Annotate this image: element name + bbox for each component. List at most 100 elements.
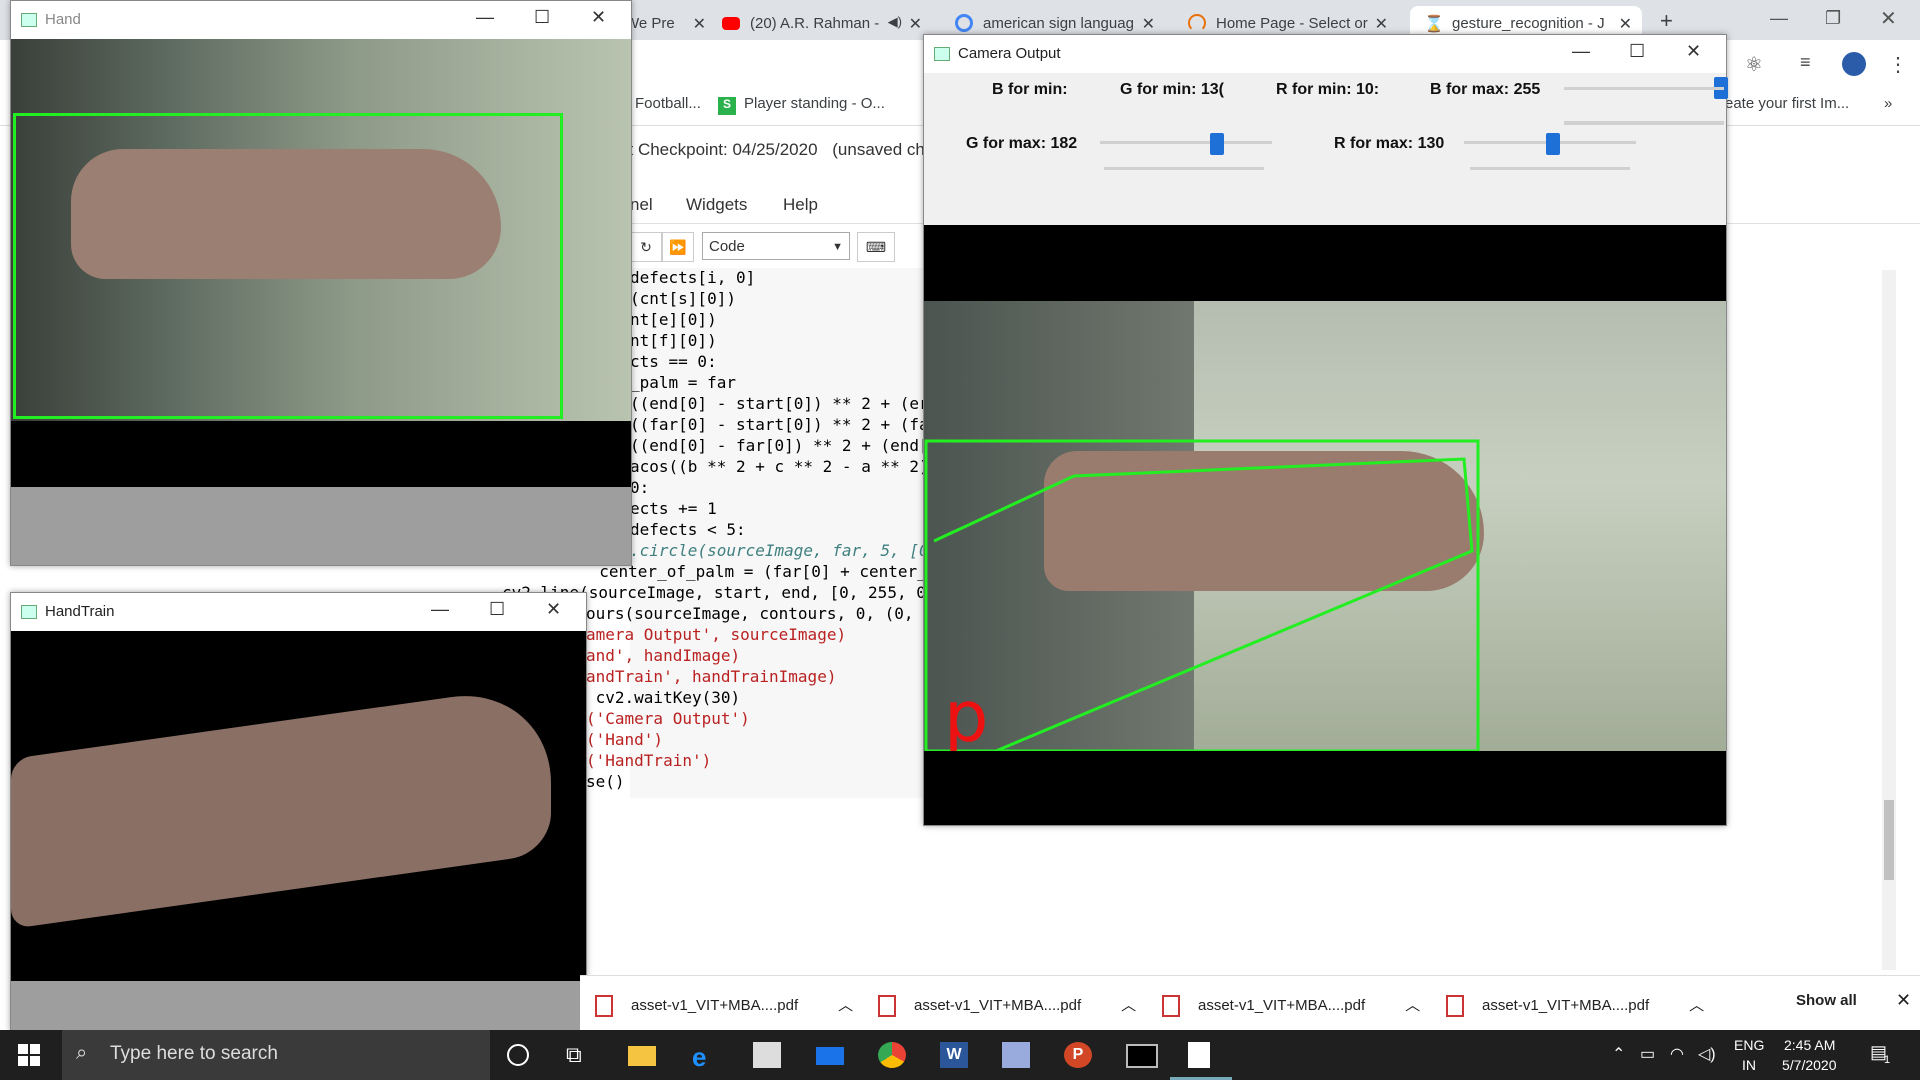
code-line: ('Hand')	[586, 730, 664, 749]
code-cell[interactable]: defects[i, 0] (cnt[s][0]) nt[e][0]) nt[f…	[502, 268, 946, 798]
camera-titlebar[interactable]: Camera Output — ☐ ✕	[924, 35, 1726, 73]
code-line: _palm = far	[630, 373, 736, 392]
edge-icon[interactable]: e	[692, 1042, 720, 1072]
download-filename: asset-v1_VIT+MBA....pdf	[1482, 997, 1650, 1014]
close-icon[interactable]: ✕	[909, 14, 922, 34]
download-item[interactable]: asset-v1_VIT+MBA....pdf ︿	[878, 994, 1136, 1018]
restart-kernel-button[interactable]: ↻	[630, 232, 662, 262]
task-view-icon[interactable]: ⧉	[566, 1042, 594, 1068]
cortana-icon[interactable]	[507, 1044, 529, 1066]
close-icon[interactable]: ✕	[1619, 14, 1632, 34]
hand-titlebar[interactable]: Hand — ☐ ✕	[11, 1, 631, 39]
code-line: and', handImage)	[586, 646, 741, 665]
battery-icon[interactable]: ▭	[1640, 1044, 1655, 1064]
minimize-button[interactable]: —	[1572, 41, 1590, 62]
chrome-icon[interactable]	[878, 1042, 906, 1068]
handtrain-titlebar[interactable]: HandTrain — ☐ ✕	[11, 593, 586, 631]
page-scrollbar[interactable]	[1882, 270, 1896, 970]
code-line: ((end[0] - start[0]) ** 2 + (er	[630, 394, 929, 413]
restore-browser-button[interactable]: ❐	[1825, 8, 1841, 29]
bookmark-create-image[interactable]: eate your first Im...	[1725, 95, 1849, 112]
word-icon[interactable]: W	[940, 1042, 968, 1068]
g-max-track[interactable]	[1100, 141, 1272, 144]
refresh-icon: ↻	[640, 238, 652, 255]
taskbar-search-box[interactable]: ⌕ Type here to search	[62, 1030, 490, 1080]
code-line: amera Output', sourceImage)	[586, 625, 847, 644]
tab-youtube[interactable]: (20) A.R. Rahman - ◀) ✕	[722, 6, 932, 40]
window-title: Hand	[45, 11, 81, 28]
menu-widgets[interactable]: Widgets	[686, 195, 747, 215]
download-item[interactable]: asset-v1_VIT+MBA....pdf ︿	[595, 994, 853, 1018]
download-item[interactable]: asset-v1_VIT+MBA....pdf ︿	[1162, 994, 1420, 1018]
powerpoint-icon[interactable]: P	[1064, 1042, 1092, 1068]
b-max-track[interactable]	[1564, 121, 1724, 125]
run-all-button[interactable]: ⏩	[662, 232, 694, 262]
close-icon[interactable]: ✕	[1142, 14, 1155, 34]
download-filename: asset-v1_VIT+MBA....pdf	[631, 997, 799, 1014]
code-line: .circle(sourceImage, far, 5, [0	[630, 541, 929, 560]
minimize-browser-button[interactable]: —	[1770, 8, 1788, 29]
r-max-slider[interactable]	[1546, 133, 1560, 155]
tab-label: (20) A.R. Rahman -	[750, 14, 880, 32]
close-button[interactable]: ✕	[546, 599, 561, 620]
snipping-icon[interactable]	[1002, 1042, 1030, 1068]
close-downloads-button[interactable]: ✕	[1896, 990, 1911, 1011]
scrollbar-thumb[interactable]	[1884, 800, 1894, 880]
media-icon[interactable]: ≡	[1800, 52, 1811, 73]
maximize-button[interactable]: ☐	[489, 599, 505, 620]
chevron-up-icon[interactable]: ︿	[1405, 997, 1420, 1014]
store-icon[interactable]	[753, 1042, 781, 1068]
keyboard-shortcuts-button[interactable]: ⌨	[857, 232, 895, 262]
chevron-up-icon[interactable]: ⌃	[1612, 1044, 1625, 1064]
close-icon[interactable]: ✕	[693, 14, 706, 34]
handtrain-window[interactable]: HandTrain — ☐ ✕	[10, 592, 587, 1032]
document-icon[interactable]	[1188, 1042, 1210, 1068]
maximize-button[interactable]: ☐	[534, 7, 550, 28]
menu-icon[interactable]: ⋮	[1888, 52, 1908, 77]
clock-time[interactable]: 2:45 AM	[1784, 1037, 1835, 1053]
tab-we-pre[interactable]: We Pre ✕	[625, 6, 710, 40]
maximize-button[interactable]: ☐	[1629, 41, 1645, 62]
camera-output-window[interactable]: Camera Output — ☐ ✕ B for min: G for min…	[923, 34, 1728, 826]
windows-start-button[interactable]	[18, 1044, 40, 1066]
chevron-up-icon[interactable]: ︿	[1689, 997, 1704, 1014]
chevron-up-icon[interactable]: ︿	[838, 997, 853, 1014]
new-tab-button[interactable]: +	[1660, 8, 1673, 34]
avatar[interactable]	[1842, 52, 1866, 76]
chevron-up-icon[interactable]: ︿	[1121, 997, 1136, 1014]
mail-icon[interactable]	[816, 1047, 844, 1065]
bookmark-football[interactable]: Football...	[635, 95, 701, 112]
close-button[interactable]: ✕	[591, 7, 606, 28]
g-max-slider[interactable]	[1210, 133, 1224, 155]
youtube-icon	[722, 16, 740, 30]
g-max-label: G for max: 182	[966, 135, 1078, 152]
notification-count: 1	[1884, 1054, 1891, 1066]
download-item[interactable]: asset-v1_VIT+MBA....pdf ︿	[1446, 994, 1704, 1018]
minimize-button[interactable]: —	[476, 7, 494, 28]
extension-icon[interactable]: ⚛	[1745, 52, 1763, 77]
cell-type-select[interactable]: Code ▼	[702, 232, 850, 260]
close-browser-button[interactable]: ✕	[1880, 6, 1897, 31]
hand-window[interactable]: Hand — ☐ ✕	[10, 0, 632, 566]
show-all-button[interactable]: Show all	[1796, 992, 1857, 1009]
bookmarks-more-button[interactable]: »	[1884, 95, 1892, 112]
language-code[interactable]: ENG	[1734, 1037, 1764, 1053]
fast-forward-icon: ⏩	[669, 238, 687, 255]
audio-icon[interactable]: ◀)	[888, 14, 902, 30]
bookmark-player-standing[interactable]: S Player standing - O...	[718, 95, 885, 115]
r-min-label: R for min: 10:	[1276, 81, 1380, 98]
trackbar-panel: B for min: G for min: 13( R for min: 10:…	[924, 73, 1728, 225]
b-max-label: B for max: 255	[1430, 81, 1541, 98]
volume-icon[interactable]: ◁)	[1698, 1044, 1716, 1064]
menu-help[interactable]: Help	[783, 195, 818, 215]
bookmark-s-icon: S	[718, 97, 736, 115]
close-icon[interactable]: ✕	[1375, 14, 1388, 34]
tab-label: american sign languag	[983, 14, 1134, 32]
file-explorer-icon[interactable]	[628, 1046, 656, 1066]
search-icon: ⌕	[76, 1042, 88, 1064]
menu-kernel[interactable]: nel	[630, 195, 653, 215]
close-button[interactable]: ✕	[1686, 41, 1701, 62]
minimize-button[interactable]: —	[431, 599, 449, 620]
wifi-icon[interactable]: ◠	[1670, 1044, 1684, 1064]
terminal-icon[interactable]	[1126, 1044, 1158, 1068]
